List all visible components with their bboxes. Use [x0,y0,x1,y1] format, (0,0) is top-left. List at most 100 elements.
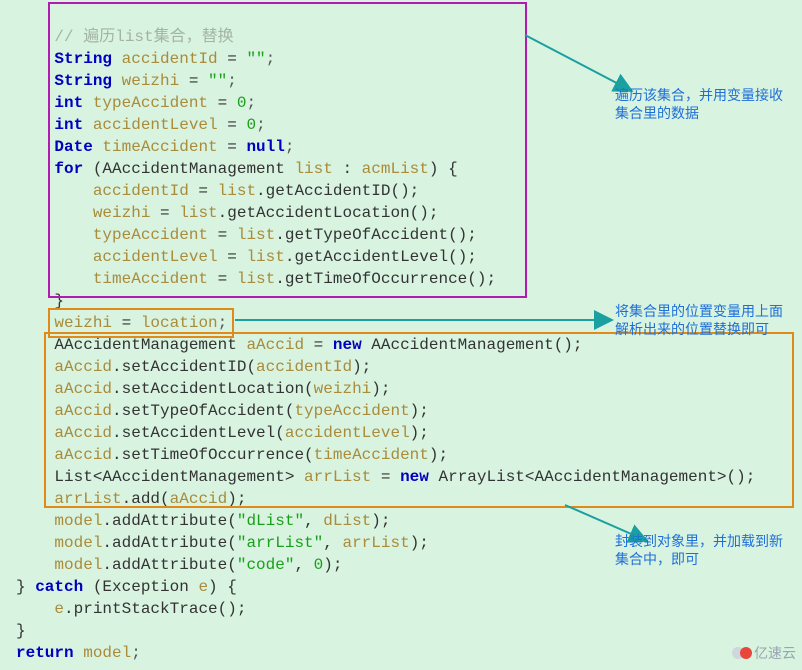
code-token: ; [256,116,266,134]
code-comment: // 遍历list集合，替换 [54,28,233,46]
code-token: ); [410,534,429,552]
code-token: .addAttribute( [102,512,236,530]
code-token: weizhi [93,204,151,222]
annotation-2: 将集合里的位置变量用上面解析出来的位置替换即可 [615,302,795,338]
code-token: .setTypeOfAccident( [112,402,294,420]
code-token: } [54,292,64,310]
code-token: = [189,182,218,200]
code-token: "" [246,50,265,68]
code-token: aAccid [54,402,112,420]
code-token: ) { [429,160,458,178]
code-token: , [304,512,323,530]
code-token: .addAttribute( [102,534,236,552]
code-token: list [237,226,275,244]
code-token: list [179,204,217,222]
code-token: ; [246,94,256,112]
code-token: ; [227,72,237,90]
code-token: e [198,578,208,596]
code-token: "dList" [237,512,304,530]
code-token: aAccid [54,358,112,376]
code-token: for [54,160,92,178]
code-token: aAccid [54,380,112,398]
code-token: return [16,644,83,662]
code-token: ); [410,424,429,442]
code-token: (AAccidentManagement [93,160,295,178]
code-token: timeAccident [102,138,217,156]
code-token: timeAccident [314,446,429,464]
code-token: ; [218,314,228,332]
code-token: .getAccidentLocation(); [218,204,439,222]
code-token: .getAccidentLevel(); [285,248,477,266]
code-token: String [54,50,121,68]
code-token: , [294,556,313,574]
code-token: list [294,160,332,178]
code-token: accidentId [122,50,218,68]
code-token: .printStackTrace(); [64,600,246,618]
code-token: , [323,534,342,552]
code-token: location [141,314,218,332]
watermark-text: 亿速云 [754,642,796,664]
code-token: acmList [362,160,429,178]
code-token: ); [227,490,246,508]
code-token: .getAccidentID(); [256,182,419,200]
code-token: = [218,50,247,68]
code-token: list [237,270,275,288]
code-token: e [54,600,64,618]
code-token: = [112,314,141,332]
code-token: .addAttribute( [102,556,236,574]
code-token: arrList [342,534,409,552]
code-token: accidentLevel [285,424,410,442]
code-token: model [54,556,102,574]
code-token: ) { [208,578,237,596]
code-token: AAccidentManagement(); [371,336,582,354]
code-token: = [218,248,247,266]
code-token: typeAccident [294,402,409,420]
code-token: .setTimeOfOccurrence( [112,446,314,464]
code-token: } [16,578,35,596]
code-token: accidentLevel [93,116,218,134]
code-token: null [246,138,284,156]
code-token: Date [54,138,102,156]
code-token: } [16,622,26,640]
code-token: new [400,468,438,486]
code-token: .getTypeOfAccident(); [275,226,477,244]
code-token: aAccid [54,424,112,442]
code-token: ); [371,380,390,398]
code-token: .add( [122,490,170,508]
code-token: model [83,644,131,662]
code-token: arrList [304,468,371,486]
code-token: = [218,138,247,156]
code-token: .setAccidentLevel( [112,424,285,442]
code-token: 0 [246,116,256,134]
code-token: typeAccident [93,94,208,112]
code-token: .setAccidentLocation( [112,380,314,398]
code-token: typeAccident [93,226,208,244]
logo-circle-icon [740,647,752,659]
code-token: model [54,534,102,552]
code-token: ); [371,512,390,530]
code-token: int [54,116,92,134]
code-token: = [371,468,400,486]
code-token: = [208,94,237,112]
code-token: "code" [237,556,295,574]
code-token: aAccid [54,446,112,464]
code-token: ); [323,556,342,574]
code-token: ); [352,358,371,376]
code-token: list [246,248,284,266]
code-token: 0 [237,94,247,112]
code-token: list [218,182,256,200]
code-token: = [304,336,333,354]
code-token: .getTimeOfOccurrence(); [275,270,496,288]
watermark-logo: 亿速云 [732,642,796,664]
code-token: = [179,72,208,90]
code-token: new [333,336,371,354]
code-token: weizhi [314,380,372,398]
code-token: AAccidentManagement [54,336,246,354]
code-token: ArrayList<AAccidentManagement>(); [438,468,755,486]
code-token: = [208,226,237,244]
code-token: accidentId [93,182,189,200]
code-token: ; [285,138,295,156]
code-token: .setAccidentID( [112,358,256,376]
code-token: accidentLevel [93,248,218,266]
code-token: List<AAccidentManagement> [54,468,304,486]
